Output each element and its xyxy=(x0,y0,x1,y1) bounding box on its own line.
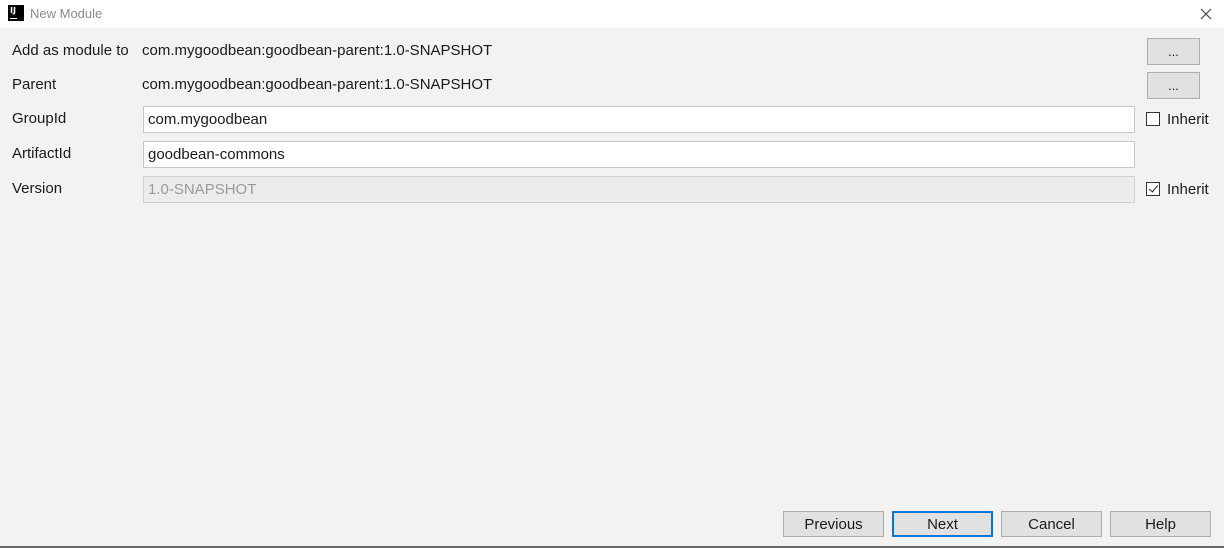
group-id-inherit-label: Inherit xyxy=(1167,110,1209,128)
group-id-inherit-box[interactable] xyxy=(1146,112,1160,126)
artifact-id-field[interactable] xyxy=(143,141,1135,168)
parent-value: com.mygoodbean:goodbean-parent:1.0-SNAPS… xyxy=(142,76,493,93)
add-as-module-to-value: com.mygoodbean:goodbean-parent:1.0-SNAPS… xyxy=(142,42,493,59)
group-id-inherit-checkbox[interactable]: Inherit xyxy=(1146,110,1209,128)
parent-browse-button[interactable]: ... xyxy=(1147,72,1200,99)
next-button[interactable]: Next xyxy=(892,511,993,537)
group-id-label: GroupId xyxy=(12,110,67,127)
group-id-field[interactable] xyxy=(143,106,1135,133)
version-label: Version xyxy=(12,180,63,197)
window-title: New Module xyxy=(30,6,103,21)
add-as-module-to-label: Add as module to xyxy=(12,42,129,59)
close-button[interactable] xyxy=(1196,4,1216,24)
app-icon-text: IJ xyxy=(10,6,16,15)
title-bar: IJ New Module xyxy=(0,0,1224,28)
cancel-button[interactable]: Cancel xyxy=(1001,511,1102,537)
artifact-id-label: ArtifactId xyxy=(12,145,72,162)
help-button[interactable]: Help xyxy=(1110,511,1211,537)
intellij-idea-icon: IJ xyxy=(8,5,24,21)
parent-label: Parent xyxy=(12,76,57,93)
version-inherit-label: Inherit xyxy=(1167,180,1209,198)
close-icon xyxy=(1200,8,1212,20)
previous-button[interactable]: Previous xyxy=(783,511,884,537)
version-inherit-box[interactable] xyxy=(1146,182,1160,196)
version-inherit-checkbox[interactable]: Inherit xyxy=(1146,180,1209,198)
add-as-module-to-browse-button[interactable]: ... xyxy=(1147,38,1200,65)
version-field xyxy=(143,176,1135,203)
